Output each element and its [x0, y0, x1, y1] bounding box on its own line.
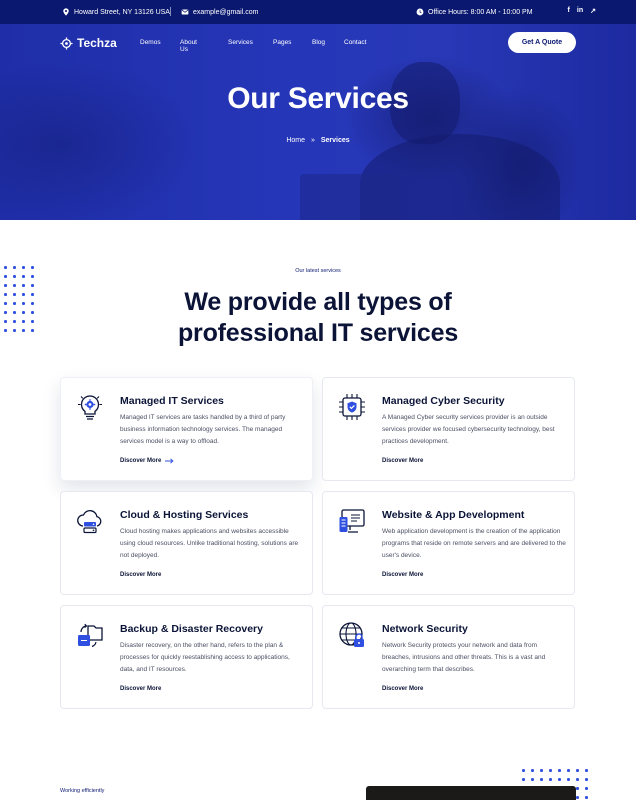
service-description: Web application development is the creat… [382, 528, 566, 559]
service-title: Cloud & Hosting Services [120, 509, 249, 521]
decorative-dot [549, 769, 552, 772]
discover-more-label[interactable]: Discover More [120, 686, 161, 692]
decorative-dot [576, 796, 579, 799]
service-title: Managed Cyber Security [382, 395, 505, 407]
service-card-cyber-security[interactable]: Managed Cyber Security A Managed Cyber s… [322, 377, 575, 481]
brand-name: Techza [77, 36, 117, 50]
email-icon [181, 9, 189, 15]
nav-item-contact[interactable]: Contact [344, 39, 366, 46]
decorative-dot [585, 769, 588, 772]
clock-icon [416, 8, 424, 16]
discover-more-label[interactable]: Discover More [382, 686, 423, 692]
address-text: Howard Street, NY 13126 USA [74, 8, 170, 16]
discover-more-link[interactable]: Discover More [382, 572, 423, 578]
service-card-network-security[interactable]: Network Security Network Security protec… [322, 605, 575, 709]
section-headline: We provide all types of professional IT … [0, 287, 636, 349]
headline-line-1: We provide all types of [184, 288, 452, 316]
hours-item: Office Hours: 8:00 AM - 10:00 PM [416, 8, 533, 16]
page-title: Our Services [227, 82, 409, 115]
decorative-dot [549, 778, 552, 781]
discover-more-link[interactable]: Discover More [120, 458, 174, 464]
decorative-dot [531, 778, 534, 781]
nav-item-blog[interactable]: Blog [312, 39, 325, 46]
discover-more-label[interactable]: Discover More [120, 458, 161, 464]
nav-item-pages[interactable]: Pages [273, 39, 291, 46]
facebook-icon[interactable]: f [568, 7, 570, 15]
service-description: Network Security protects your network a… [382, 642, 546, 673]
service-title: Network Security [382, 623, 468, 635]
main-navigation: Techza Demos About Us Services Pages Blo… [0, 24, 636, 62]
discover-more-link[interactable]: Discover More [120, 686, 161, 692]
section-eyebrow: Our latest services [295, 268, 341, 274]
discover-more-label[interactable]: Discover More [382, 458, 423, 464]
service-card-backup-recovery[interactable]: Backup & Disaster Recovery Disaster reco… [60, 605, 313, 709]
decorative-dot [558, 778, 561, 781]
discover-more-link[interactable]: Discover More [120, 572, 161, 578]
service-card-cloud-hosting[interactable]: Cloud & Hosting Services Cloud hosting m… [60, 491, 313, 595]
arrow-right-icon [165, 458, 174, 464]
decorative-dot [540, 769, 543, 772]
hours-text: Office Hours: 8:00 AM - 10:00 PM [428, 8, 533, 16]
service-card-managed-it[interactable]: Managed IT Services Managed IT services … [60, 377, 313, 481]
decorative-dot [585, 787, 588, 790]
service-title: Managed IT Services [120, 395, 224, 407]
hero-laptop [300, 174, 400, 220]
service-card-web-app-dev[interactable]: Website & App Development Web applicatio… [322, 491, 575, 595]
linkedin-icon[interactable]: in [577, 7, 583, 15]
breadcrumb-separator: » [310, 137, 315, 144]
decorative-dot [585, 796, 588, 799]
decorative-dot [558, 769, 561, 772]
service-description: A Managed Cyber security services provid… [382, 414, 555, 445]
headline-line-2: professional IT services [177, 319, 459, 347]
breadcrumb: Home » Services [0, 137, 636, 144]
service-description: Cloud hosting makes applications and web… [120, 528, 299, 559]
decorative-dot [522, 769, 525, 772]
social-links: f in ↗ [568, 7, 596, 15]
address-item: Howard Street, NY 13126 USA [62, 8, 170, 16]
decorative-dot [522, 778, 525, 781]
email-item[interactable]: example@gmail.com [181, 8, 258, 16]
next-section-eyebrow: Working efficiently [60, 788, 105, 794]
location-pin-icon [63, 8, 69, 16]
decorative-dot [4, 275, 7, 278]
shield-chip-icon [339, 394, 365, 420]
decorative-dot [13, 275, 16, 278]
breadcrumb-home[interactable]: Home [286, 137, 305, 144]
monitor-icon [339, 509, 365, 533]
discover-more-label[interactable]: Discover More [120, 572, 161, 578]
divider [170, 7, 171, 16]
decorative-dot [531, 769, 534, 772]
top-info-bar: Howard Street, NY 13126 USA example@gmai… [0, 0, 636, 24]
discover-more-label[interactable]: Discover More [382, 572, 423, 578]
breadcrumb-current: Services [320, 137, 350, 144]
decorative-dot [567, 769, 570, 772]
service-description: Managed IT services are tasks handled by… [120, 414, 286, 445]
nav-item-demos[interactable]: Demos [140, 39, 161, 46]
next-section-image [366, 786, 576, 800]
decorative-dot [585, 778, 588, 781]
decorative-dot [31, 275, 34, 278]
cloud-server-icon [77, 510, 102, 534]
globe-lock-icon [339, 622, 364, 647]
decorative-dot [567, 778, 570, 781]
decorative-dot [576, 769, 579, 772]
decorative-dot [540, 778, 543, 781]
backup-folder-icon [78, 623, 103, 648]
discover-more-link[interactable]: Discover More [382, 686, 423, 692]
nav-item-services[interactable]: Services [228, 39, 253, 46]
email-text[interactable]: example@gmail.com [193, 9, 258, 16]
service-title: Website & App Development [382, 509, 525, 521]
service-description: Disaster recovery, on the other hand, re… [120, 642, 290, 673]
discover-more-link[interactable]: Discover More [382, 458, 423, 464]
decorative-dot [576, 778, 579, 781]
gear-bulb-icon [78, 395, 102, 420]
logo-icon [60, 36, 73, 50]
get-a-quote-button[interactable]: Get A Quote [508, 32, 576, 53]
service-title: Backup & Disaster Recovery [120, 623, 263, 635]
brand-logo[interactable]: Techza [60, 36, 117, 50]
nav-item-about-us[interactable]: About Us [180, 39, 197, 53]
share-icon[interactable]: ↗ [590, 7, 596, 15]
decorative-dot [22, 275, 25, 278]
decorative-dot [576, 787, 579, 790]
